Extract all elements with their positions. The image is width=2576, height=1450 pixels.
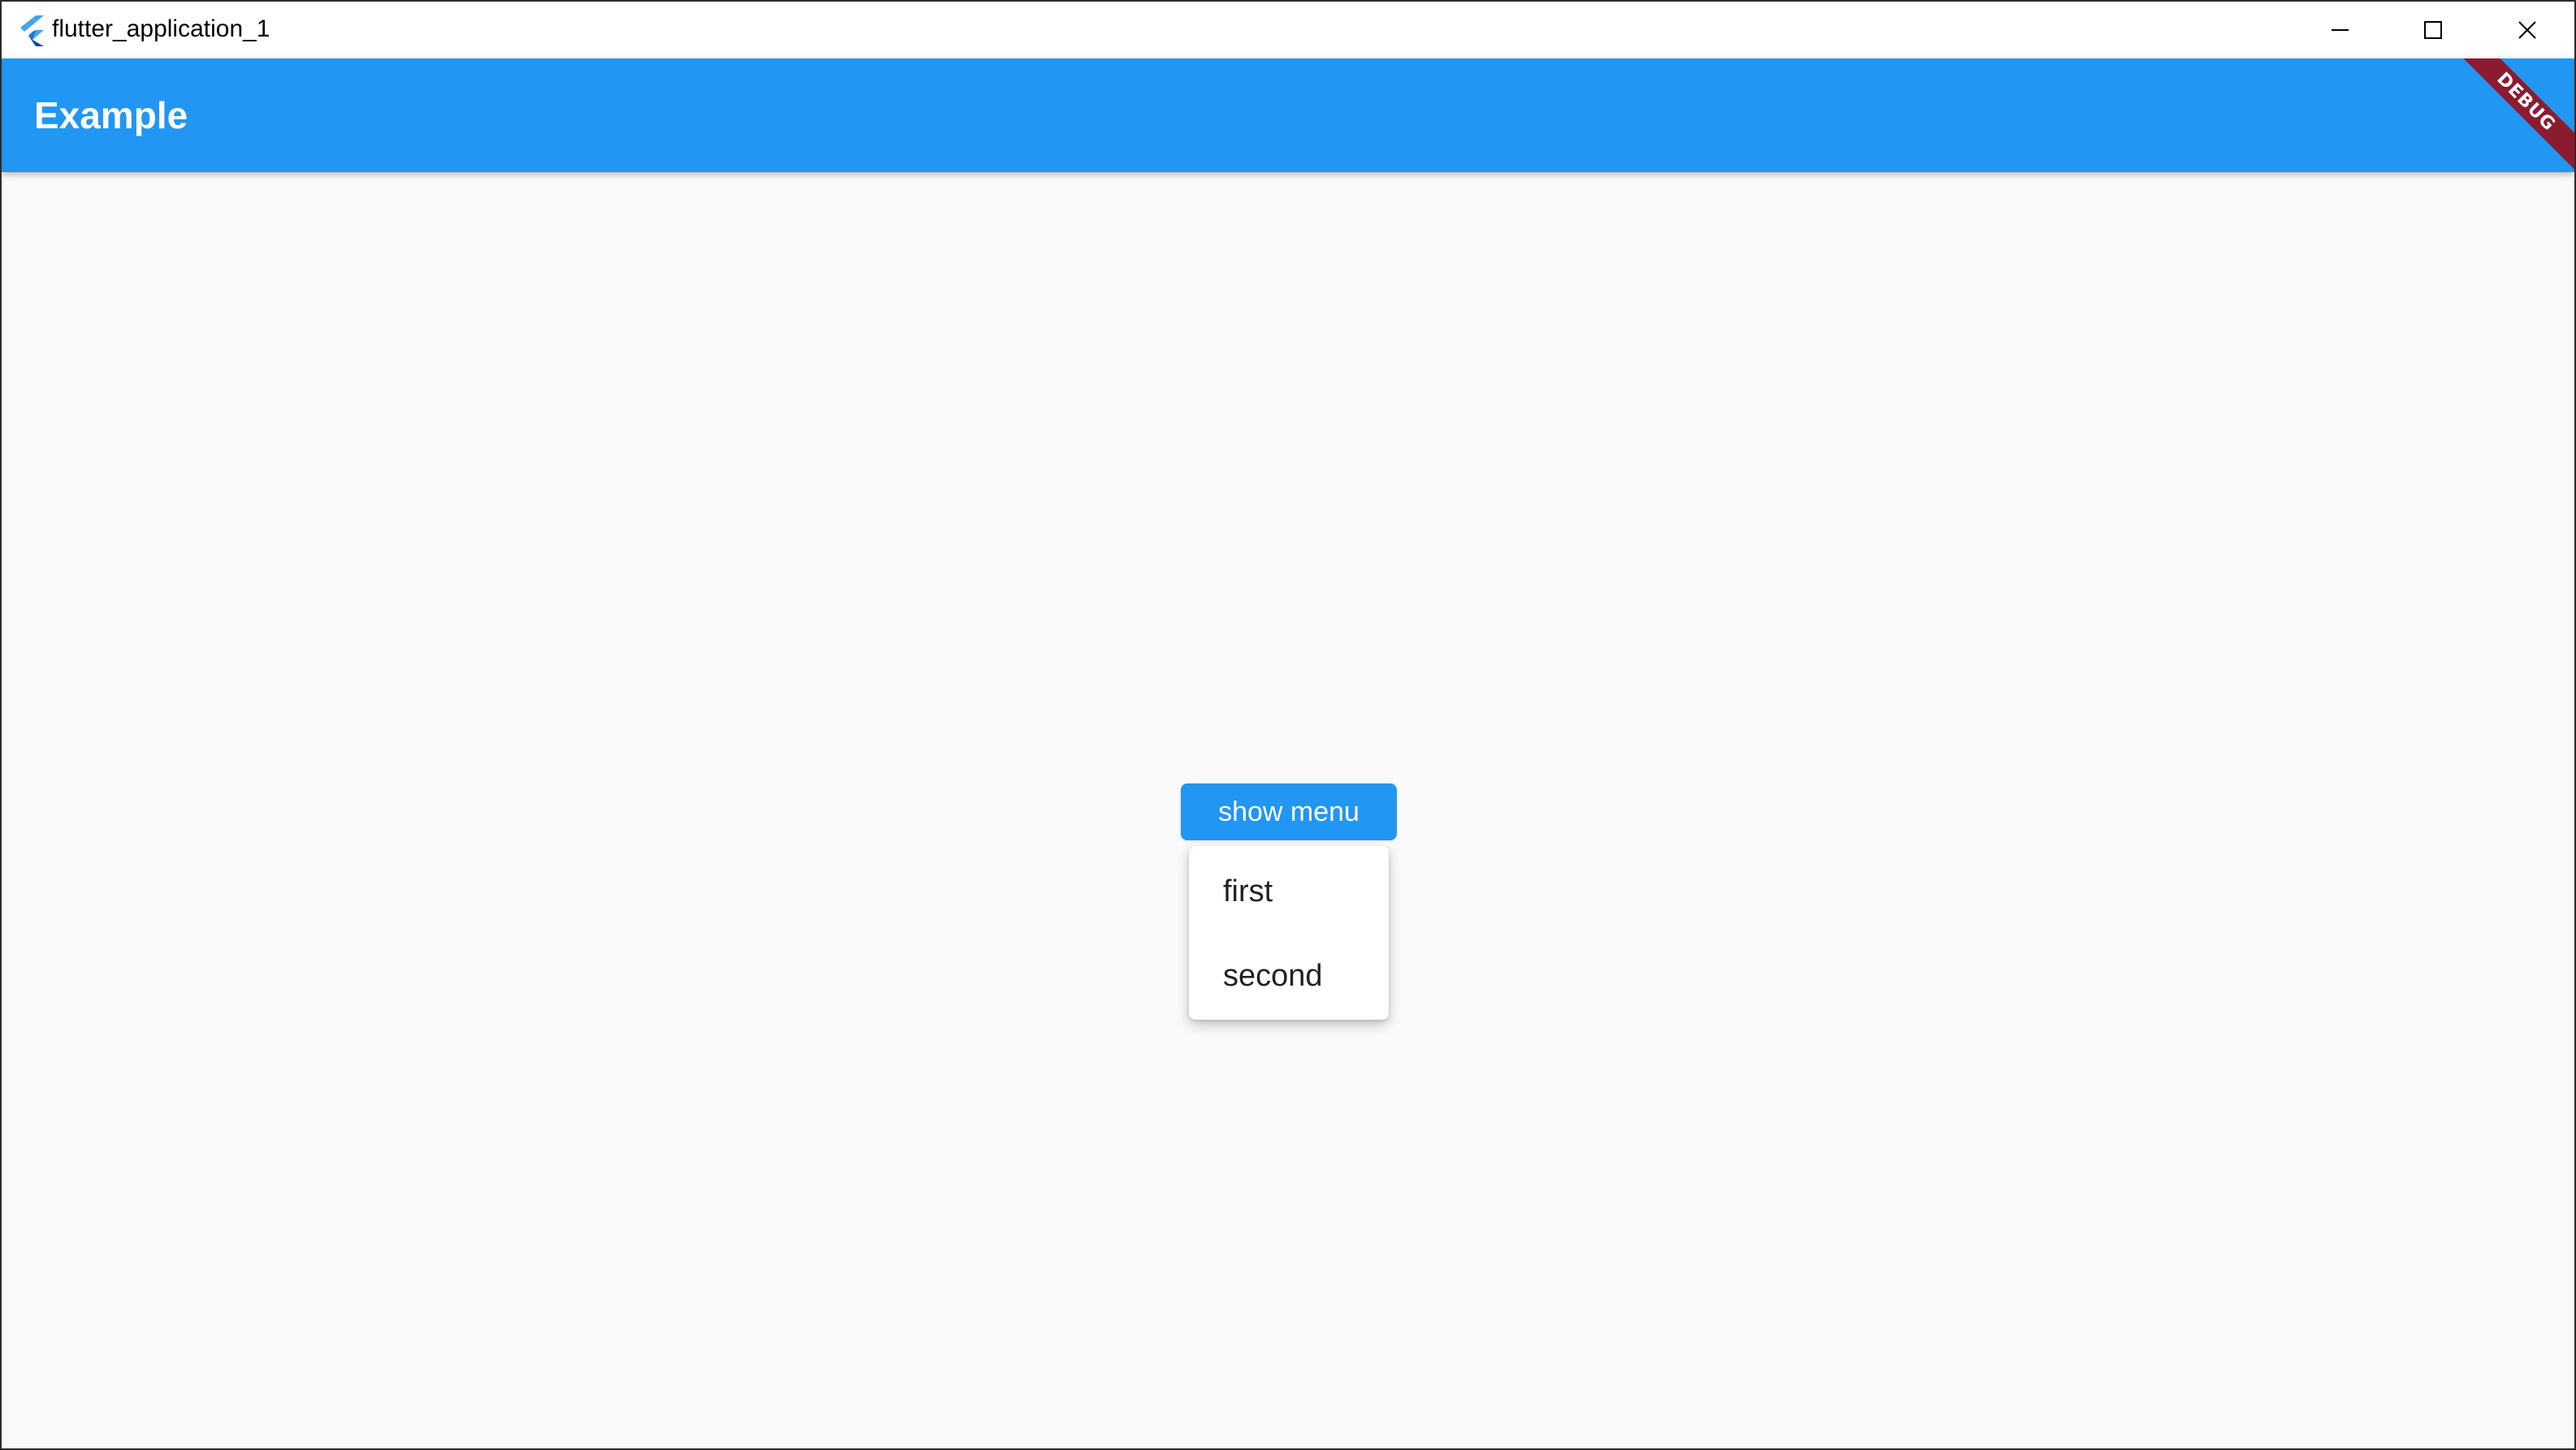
- window-title: flutter_application_1: [52, 15, 270, 42]
- menu-item-first[interactable]: first: [1189, 851, 1389, 932]
- flutter-logo-icon: [18, 15, 47, 46]
- title-bar[interactable]: flutter_application_1: [2, 2, 2574, 58]
- close-button[interactable]: [2480, 2, 2574, 58]
- maximize-icon: [2424, 21, 2442, 39]
- show-menu-button[interactable]: show menu: [1181, 783, 1397, 840]
- popup-menu: first second: [1189, 846, 1389, 1020]
- app-window: flutter_application_1 Example DEBUG show…: [0, 0, 2576, 1450]
- maximize-button[interactable]: [2386, 2, 2480, 58]
- page-title: Example: [34, 94, 188, 136]
- minimize-button[interactable]: [2293, 2, 2388, 58]
- minimize-icon: [2332, 21, 2349, 39]
- close-icon: [2518, 21, 2536, 39]
- menu-item-second[interactable]: second: [1189, 935, 1389, 1016]
- app-bar: Example DEBUG: [2, 58, 2574, 172]
- debug-banner: DEBUG: [2441, 58, 2574, 172]
